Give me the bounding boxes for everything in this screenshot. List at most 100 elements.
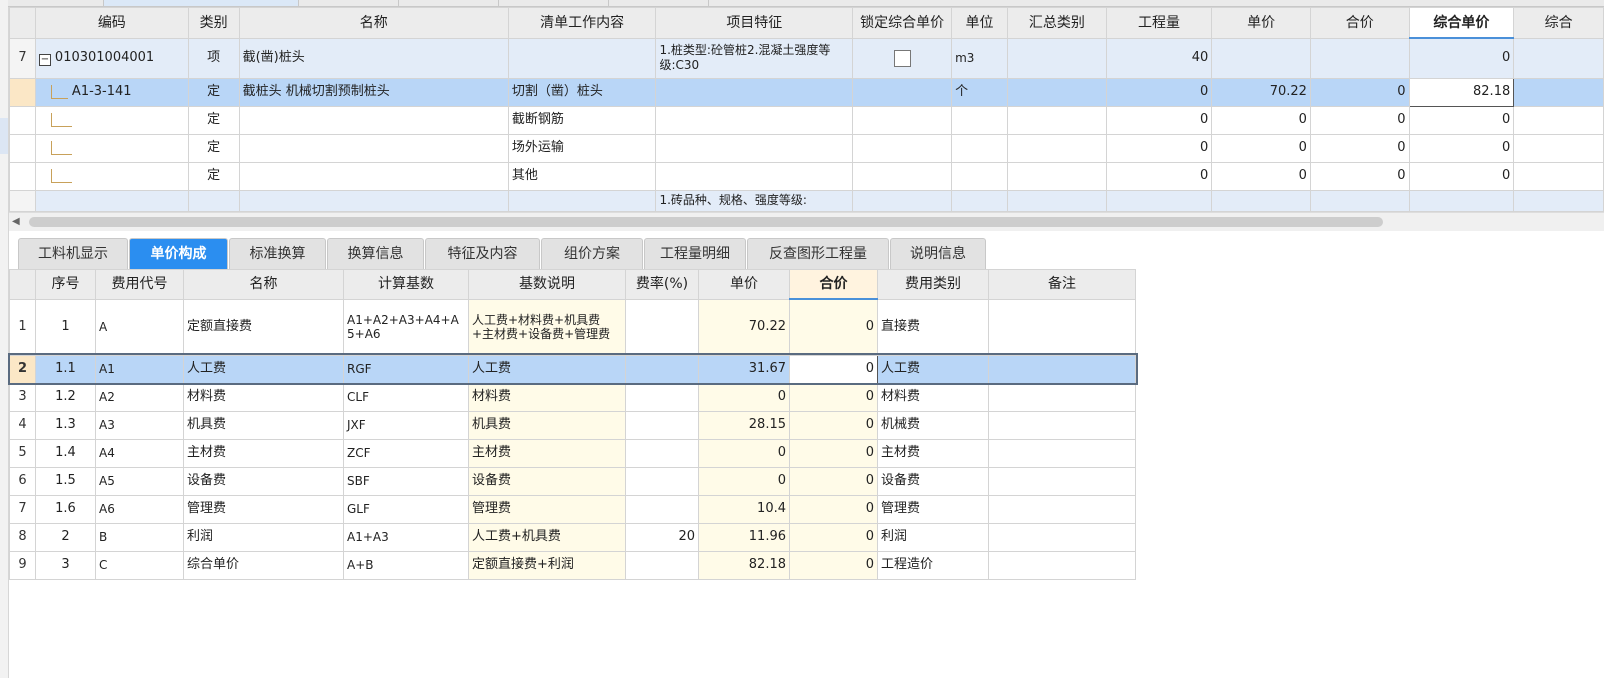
tab-labor-material-machine[interactable]: 工料机显示 [18,238,128,269]
base-desc-cell[interactable]: 材料费 [468,382,626,412]
total-cell[interactable]: 0 [1309,77,1410,107]
base-desc-cell[interactable]: 人工费+机具费 [468,522,626,552]
scrollbar-thumb[interactable] [29,217,1383,227]
composition-row[interactable]: 6 1.5 A5 设备费 SBF 设备费 0 0 设备费 [9,466,1136,496]
type-cell[interactable]: 项 [187,37,240,79]
tab-pricing-plan[interactable]: 组价方案 [541,238,643,269]
rate-cell[interactable]: 20 [625,522,699,552]
bill-row-partial[interactable]: 1.砖品种、规格、强度等级: [9,189,1604,212]
seq-cell[interactable]: 1.3 [35,410,96,440]
seq-cell[interactable]: 2 [35,522,96,552]
lock-price-cell[interactable] [852,77,953,107]
header-calc-base[interactable]: 计算基数 [343,269,469,300]
price-cell[interactable] [1211,189,1311,212]
note-cell[interactable] [988,494,1136,524]
summary-cell[interactable] [1006,189,1107,212]
seq-cell[interactable]: 1.6 [35,494,96,524]
unit-cell[interactable] [951,161,1008,191]
total-cell[interactable]: 0 [789,438,878,468]
composition-row[interactable]: 5 1.4 A4 主材费 ZCF 主材费 0 0 主材费 [9,438,1136,468]
base-desc-cell[interactable]: 主材费 [468,438,626,468]
name-cell[interactable] [238,133,509,163]
calc-base-cell[interactable]: ZCF [343,438,469,468]
header-quantity[interactable]: 工程量 [1105,7,1213,39]
fee-code-cell[interactable]: A4 [95,438,184,468]
lock-price-cell[interactable] [852,189,953,212]
composition-row[interactable]: 7 1.6 A6 管理费 GLF 管理费 10.4 0 管理费 [9,494,1136,524]
total-cell[interactable]: 0 [1309,105,1410,135]
calc-base-cell[interactable]: RGF [343,354,469,384]
composite-more-cell[interactable] [1513,189,1604,212]
total-cell[interactable]: 0 [1309,133,1410,163]
seq-cell[interactable]: 1.4 [35,438,96,468]
unit-cell[interactable] [951,189,1008,212]
lock-price-cell[interactable] [852,37,953,79]
fee-code-cell[interactable]: A5 [95,466,184,496]
fee-code-cell[interactable]: A3 [95,410,184,440]
price-cell[interactable]: 10.4 [698,494,790,524]
lock-price-checkbox[interactable] [893,49,911,67]
fee-category-cell[interactable]: 工程造价 [877,550,989,580]
type-cell[interactable]: 定 [187,77,240,107]
header-composite-more[interactable]: 综合 [1513,7,1604,39]
rate-cell[interactable] [625,494,699,524]
fee-category-cell[interactable]: 直接费 [877,298,989,356]
tab-unit-price-composition[interactable]: 单价构成 [129,238,228,269]
type-cell[interactable]: 定 [187,161,240,191]
tab-description[interactable]: 说明信息 [890,238,986,269]
composition-row[interactable]: 3 1.2 A2 材料费 CLF 材料费 0 0 材料费 [9,382,1136,412]
name-cell[interactable]: 截(凿)桩头 [238,37,509,79]
fee-code-cell[interactable]: A [95,298,184,356]
header-base-desc[interactable]: 基数说明 [468,269,626,300]
composite-price-cell[interactable]: 0 [1408,37,1515,79]
type-cell[interactable] [187,189,240,212]
header-unit[interactable]: 单位 [951,7,1008,39]
feature-cell[interactable] [655,133,854,163]
content-cell[interactable]: 其他 [507,161,657,191]
rate-cell[interactable] [625,382,699,412]
note-cell[interactable] [988,466,1136,496]
code-cell[interactable] [34,161,189,191]
fee-code-cell[interactable]: C [95,550,184,580]
note-cell[interactable] [988,298,1136,356]
header-work-content[interactable]: 清单工作内容 [507,7,657,39]
fee-category-cell[interactable]: 机械费 [877,410,989,440]
name-cell[interactable] [238,161,509,191]
header-price[interactable]: 单价 [698,269,790,300]
seq-cell[interactable]: 1.2 [35,382,96,412]
scroll-left-icon[interactable]: ◀ [12,216,20,227]
feature-cell[interactable] [655,77,854,107]
composite-price-cell[interactable]: 0 [1408,161,1515,191]
quantity-cell[interactable]: 0 [1105,161,1213,191]
quota-row[interactable]: 定 截断钢筋 0 0 0 0 [9,105,1604,135]
code-cell[interactable] [34,133,189,163]
feature-cell[interactable]: 1.桩类型:砼管桩2.混凝土强度等级:C30 [655,37,854,79]
bill-row[interactable]: 7 −010301004001 项 截(凿)桩头 1.桩类型:砼管桩2.混凝土强… [9,37,1604,79]
total-cell[interactable]: 0 [789,522,878,552]
header-seq[interactable]: 序号 [35,269,96,300]
fee-category-cell[interactable]: 主材费 [877,438,989,468]
composite-more-cell[interactable] [1513,77,1604,107]
composite-more-cell[interactable] [1513,133,1604,163]
feature-cell[interactable]: 1.砖品种、规格、强度等级: [655,189,854,212]
unit-cell[interactable] [951,133,1008,163]
composite-more-cell[interactable] [1513,105,1604,135]
name-cell[interactable]: 设备费 [183,466,344,496]
unit-cell[interactable]: 个 [951,77,1008,107]
summary-cell[interactable] [1006,37,1107,79]
tab-features-content[interactable]: 特征及内容 [425,238,540,269]
summary-cell[interactable] [1006,133,1107,163]
fee-category-cell[interactable]: 材料费 [877,382,989,412]
composite-price-cell[interactable] [1408,189,1515,212]
name-cell[interactable]: 定额直接费 [183,298,344,356]
rate-cell[interactable] [625,354,699,384]
tab-conversion-info[interactable]: 换算信息 [327,238,424,269]
total-cell[interactable]: 0 [789,494,878,524]
header-price[interactable]: 单价 [1211,7,1311,39]
name-cell[interactable] [238,105,509,135]
header-lock-price[interactable]: 锁定综合单价 [852,7,953,39]
seq-cell[interactable]: 1 [35,298,96,356]
content-cell[interactable] [507,37,657,79]
name-cell[interactable]: 综合单价 [183,550,344,580]
quota-row-selected[interactable]: A1-3-141 定 截桩头 机械切割预制桩头 切割（凿）桩头 个 0 70.2… [9,77,1604,107]
